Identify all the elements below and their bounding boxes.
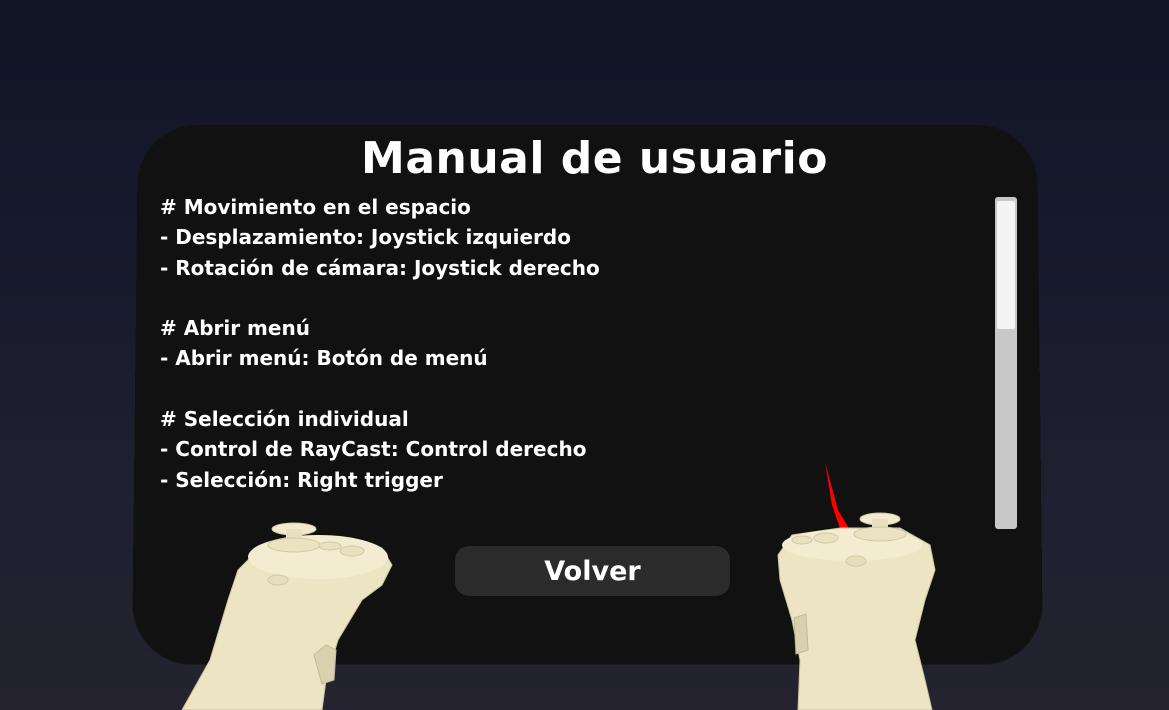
right-controller-icon <box>777 462 936 710</box>
vr-scene: Manual de usuario # Movimiento en el esp… <box>0 0 1169 710</box>
